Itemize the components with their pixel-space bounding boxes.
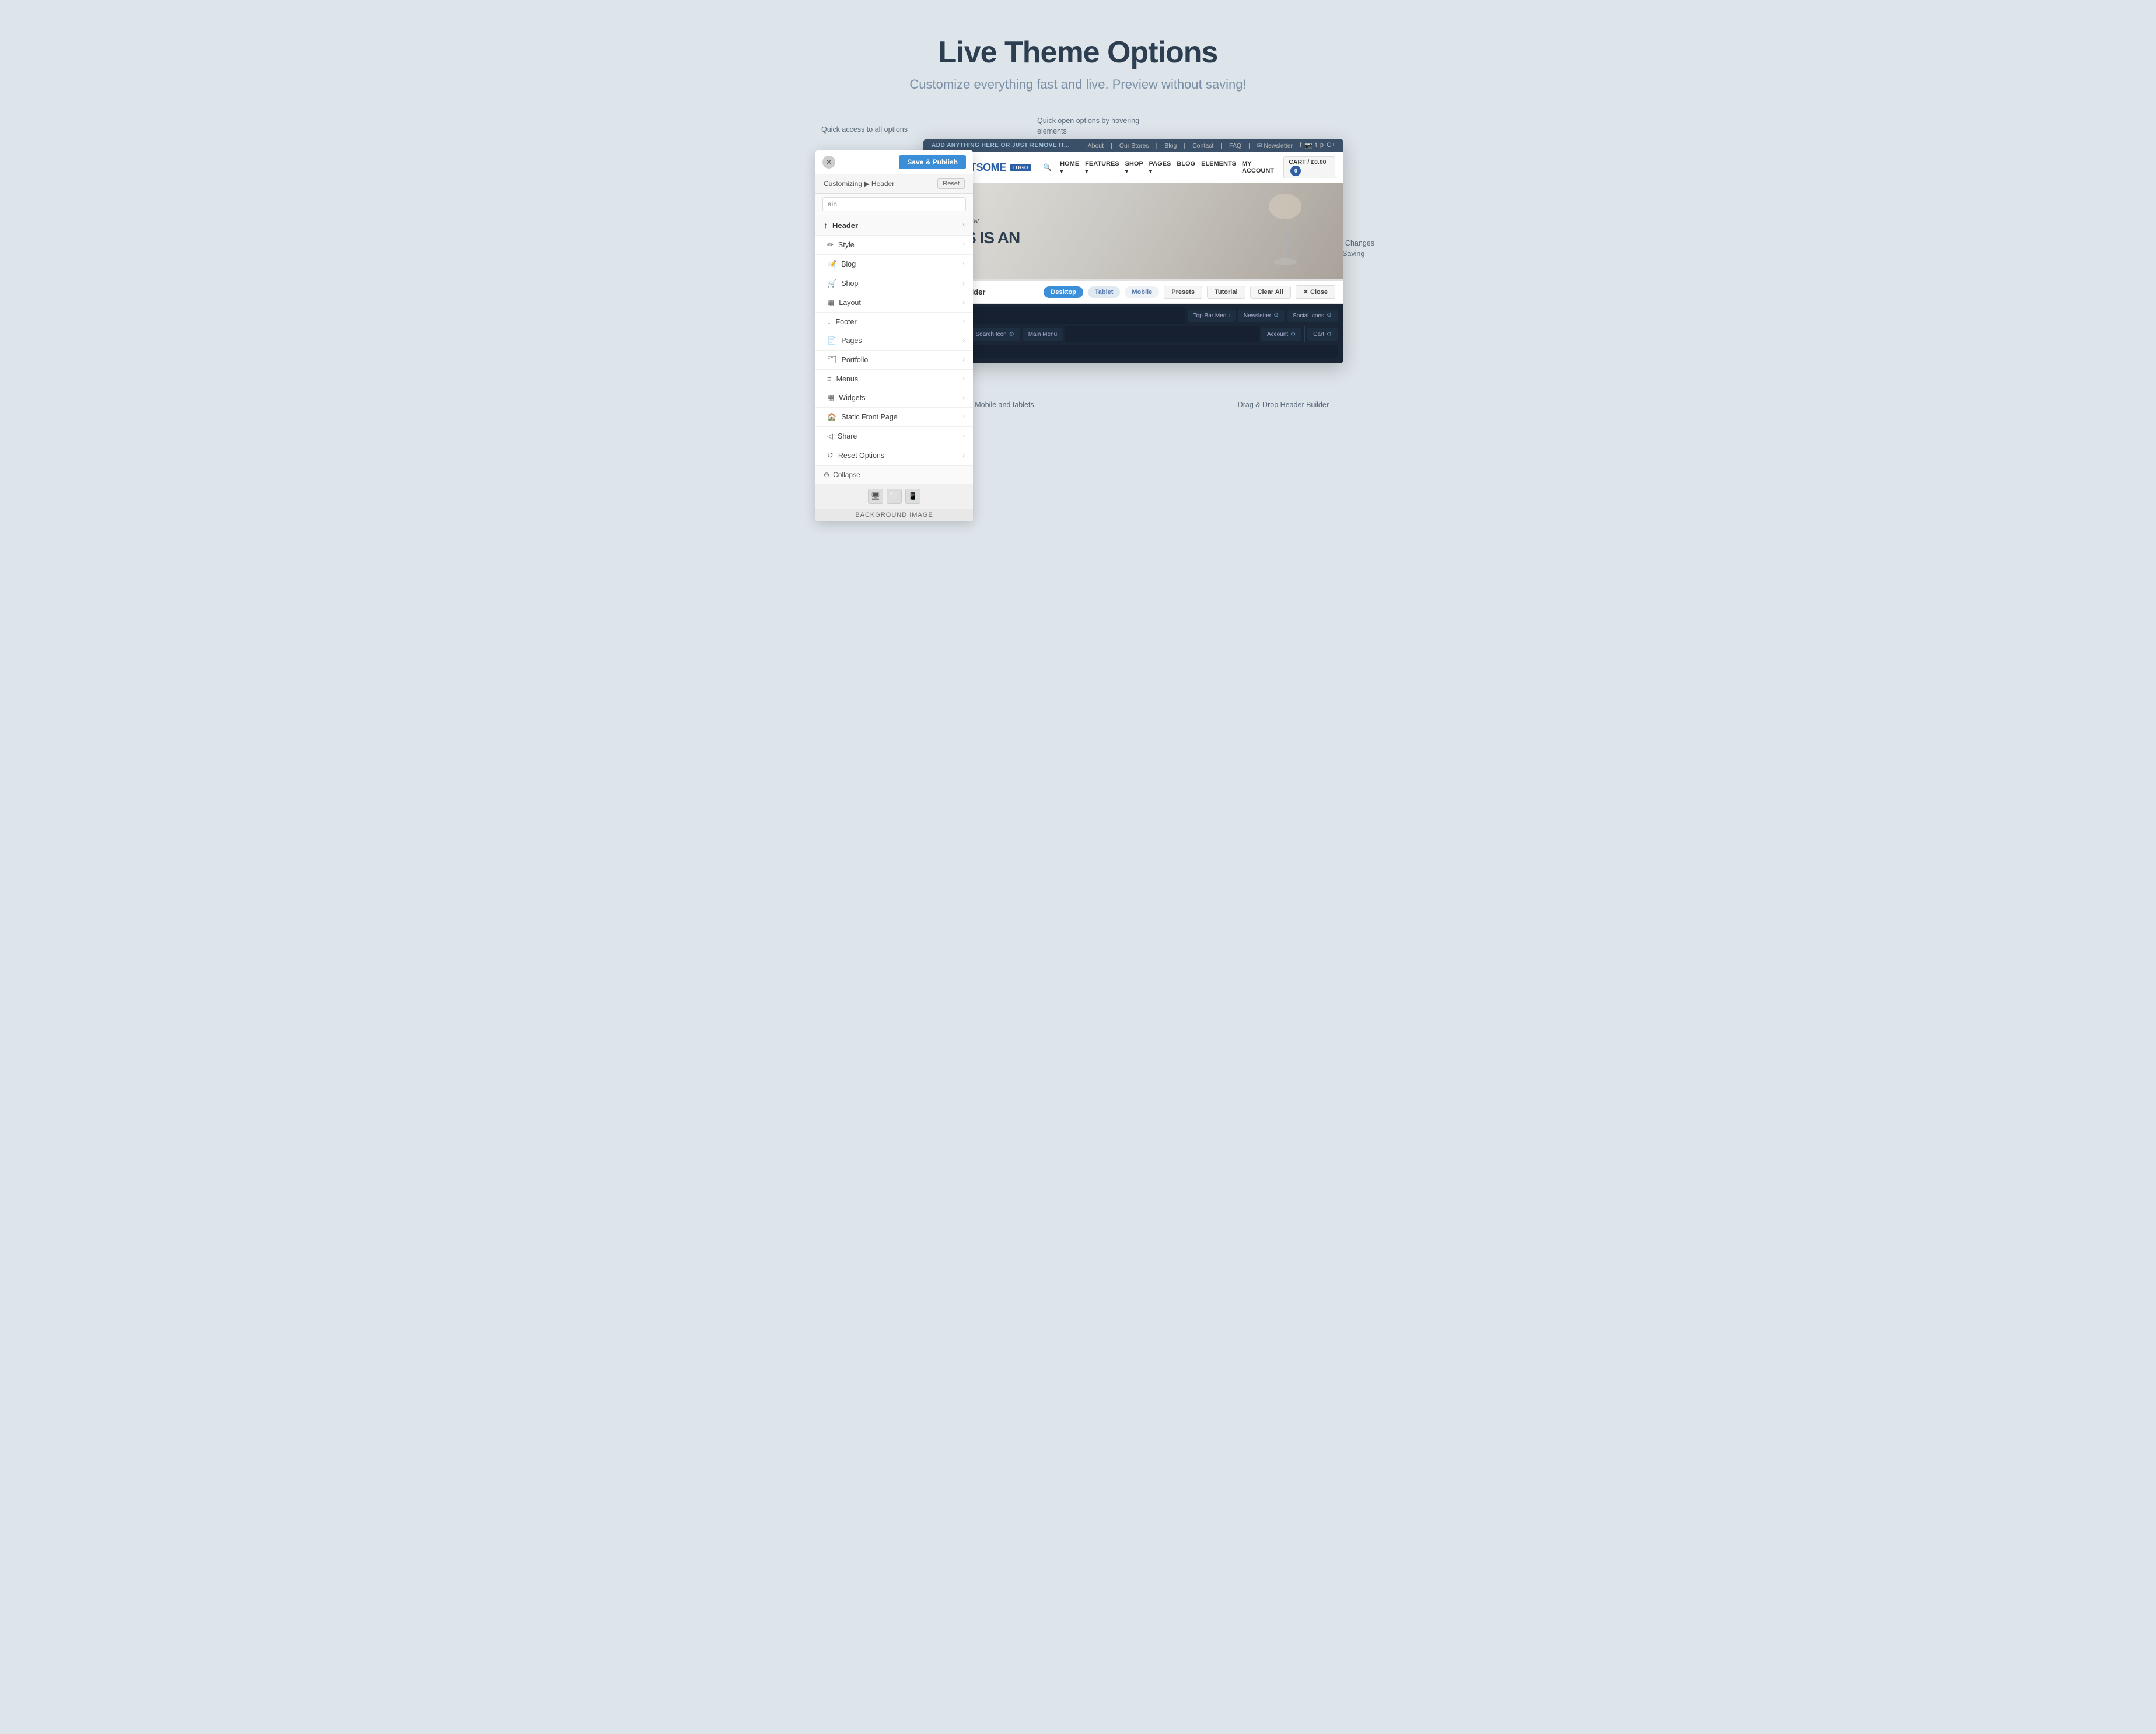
pages-item[interactable]: 📄Pages› bbox=[816, 331, 973, 351]
my-account-link[interactable]: MY ACCOUNT bbox=[1242, 160, 1276, 174]
search-icon[interactable]: 🔍 bbox=[1043, 163, 1052, 171]
reset-button[interactable]: Reset bbox=[937, 178, 965, 189]
desktop-tab[interactable]: Desktop bbox=[1044, 286, 1083, 298]
search-icon-cell[interactable]: Search Icon ⚙ bbox=[970, 328, 1020, 341]
reset-options-item[interactable]: ↺Reset Options› bbox=[816, 446, 973, 465]
hb-divider bbox=[1304, 326, 1305, 342]
hb-row-extra bbox=[929, 345, 1338, 358]
top-bar-menu-cell[interactable]: Top Bar Menu bbox=[1188, 310, 1236, 322]
header-builder: Header Builder Desktop Tablet Mobile Pre… bbox=[923, 279, 1343, 363]
page-title: Live Theme Options bbox=[939, 35, 1218, 70]
social-icons: f 📷 t p G+ bbox=[1300, 142, 1335, 149]
hb-spacer-2 bbox=[1065, 326, 1259, 342]
preview-window: ADD ANYTHING HERE OR JUST REMOVE IT... A… bbox=[923, 139, 1343, 363]
mobile-device-btn[interactable]: 📱 bbox=[905, 489, 921, 504]
customizer-topbar: ✕ Save & Publish bbox=[816, 150, 973, 174]
topbar-announcement: ADD ANYTHING HERE OR JUST REMOVE IT... bbox=[932, 142, 1070, 149]
hb-row-top: HTML 1 ⚙ Top Bar Menu Newsletter ⚙ Socia… bbox=[929, 307, 1338, 324]
newsletter-cell[interactable]: Newsletter ⚙ bbox=[1238, 310, 1284, 322]
annotation-drag-drop: Drag & Drop Header Builder bbox=[1238, 400, 1329, 410]
share-item[interactable]: ◁Share› bbox=[816, 427, 973, 446]
about-link[interactable]: About bbox=[1088, 142, 1104, 149]
nav-blog[interactable]: BLOG bbox=[1177, 159, 1195, 176]
clear-all-button[interactable]: Clear All bbox=[1250, 286, 1291, 299]
nav-features[interactable]: FEATURES ▾ bbox=[1085, 159, 1119, 176]
blog-link[interactable]: Blog bbox=[1164, 142, 1177, 149]
sep2: | bbox=[1156, 142, 1158, 149]
faq-link[interactable]: FAQ bbox=[1229, 142, 1241, 149]
page-subtitle: Customize everything fast and live. Prev… bbox=[909, 77, 1246, 92]
hero-overlay: Shop Now THIS IS AN bbox=[923, 183, 1343, 279]
nav-right: MY ACCOUNT CART / £0.00 0 bbox=[1242, 156, 1335, 178]
static-front-page-item[interactable]: 🏠Static Front Page› bbox=[816, 408, 973, 427]
collapse-button[interactable]: ⊖Collapse bbox=[816, 465, 973, 484]
tablet-tab[interactable]: Tablet bbox=[1088, 286, 1121, 298]
customizer-search-input[interactable] bbox=[822, 197, 966, 211]
nav-pages[interactable]: PAGES ▾ bbox=[1149, 159, 1171, 176]
widgets-item[interactable]: ▦Widgets› bbox=[816, 388, 973, 408]
layout-item[interactable]: ▦Layout› bbox=[816, 293, 973, 313]
site-hero: Shop Now THIS IS AN bbox=[923, 183, 1343, 279]
nav-shop[interactable]: SHOP ▾ bbox=[1125, 159, 1143, 176]
nav-home[interactable]: HOME ▾ bbox=[1060, 159, 1079, 176]
facebook-icon[interactable]: f bbox=[1300, 142, 1301, 149]
our-stores-link[interactable]: Our Stores bbox=[1119, 142, 1149, 149]
contact-link[interactable]: Contact bbox=[1192, 142, 1213, 149]
header-builder-grid: HTML 1 ⚙ Top Bar Menu Newsletter ⚙ Socia… bbox=[923, 304, 1343, 363]
footer-item[interactable]: ↓Footer› bbox=[816, 313, 973, 331]
nav-elements[interactable]: ELEMENTS bbox=[1201, 159, 1236, 176]
customizer-panel: ✕ Save & Publish Customizing ▶ Header Re… bbox=[816, 150, 973, 521]
header-builder-bar: Header Builder Desktop Tablet Mobile Pre… bbox=[923, 281, 1343, 304]
hb-close-button[interactable]: ✕ Close bbox=[1296, 285, 1335, 299]
cart-cell[interactable]: Cart ⚙ bbox=[1307, 328, 1338, 341]
tablet-device-btn[interactable]: ⬜ bbox=[887, 489, 902, 504]
presets-button[interactable]: Presets bbox=[1164, 286, 1202, 299]
hb-spacer-1 bbox=[971, 307, 1185, 324]
blog-item[interactable]: 📝Blog› bbox=[816, 255, 973, 274]
newsletter-link[interactable]: ✉ Newsletter bbox=[1257, 142, 1293, 149]
shop-item[interactable]: 🛒Shop› bbox=[816, 274, 973, 293]
account-cell[interactable]: Account ⚙ bbox=[1261, 328, 1301, 341]
tutorial-button[interactable]: Tutorial bbox=[1207, 286, 1245, 299]
site-nav: ◆ FLATSOME LOGO 🔍 HOME ▾ FEATURES ▾ SHOP… bbox=[923, 152, 1343, 183]
mobile-tab[interactable]: Mobile bbox=[1125, 286, 1159, 298]
desktop-device-btn[interactable]: 🖥 bbox=[868, 489, 883, 504]
hb-spacer-3 bbox=[929, 345, 1338, 358]
instagram-icon[interactable]: 📷 bbox=[1304, 142, 1312, 149]
nav-links: HOME ▾ FEATURES ▾ SHOP ▾ PAGES ▾ BLOG EL… bbox=[1060, 159, 1236, 176]
save-publish-button[interactable]: Save & Publish bbox=[899, 155, 966, 169]
sep1: | bbox=[1111, 142, 1112, 149]
topbar-links: About | Our Stores | Blog | Contact | FA… bbox=[1088, 142, 1335, 149]
header-label: Header bbox=[832, 221, 858, 230]
header-section[interactable]: ↑ Header › bbox=[816, 215, 973, 236]
device-bar: 🖥 ⬜ 📱 bbox=[816, 484, 973, 509]
twitter-icon[interactable]: t bbox=[1315, 142, 1317, 149]
site-topbar: ADD ANYTHING HERE OR JUST REMOVE IT... A… bbox=[923, 139, 1343, 152]
menus-item[interactable]: ≡Menus› bbox=[816, 370, 973, 388]
pinterest-icon[interactable]: p bbox=[1320, 142, 1324, 149]
sep5: | bbox=[1248, 142, 1250, 149]
sep4: | bbox=[1220, 142, 1222, 149]
cart-button[interactable]: CART / £0.00 0 bbox=[1283, 156, 1335, 178]
close-button[interactable]: ✕ bbox=[822, 156, 835, 169]
logo-badge: LOGO bbox=[1010, 164, 1032, 171]
customizer-breadcrumb: Customizing ▶ Header Reset bbox=[816, 174, 973, 194]
googleplus-icon[interactable]: G+ bbox=[1326, 142, 1335, 149]
sep3: | bbox=[1184, 142, 1185, 149]
hb-row-main: LOGO ⚙ Search Icon ⚙ Main Menu Account ⚙… bbox=[929, 326, 1338, 342]
background-image-label: Background Image bbox=[816, 509, 973, 521]
social-icons-cell[interactable]: Social Icons ⚙ bbox=[1287, 310, 1338, 322]
style-item[interactable]: ✏Style› bbox=[816, 236, 973, 255]
portfolio-item[interactable]: 🗂Portfolio› bbox=[816, 351, 973, 370]
main-menu-cell[interactable]: Main Menu bbox=[1023, 328, 1063, 341]
